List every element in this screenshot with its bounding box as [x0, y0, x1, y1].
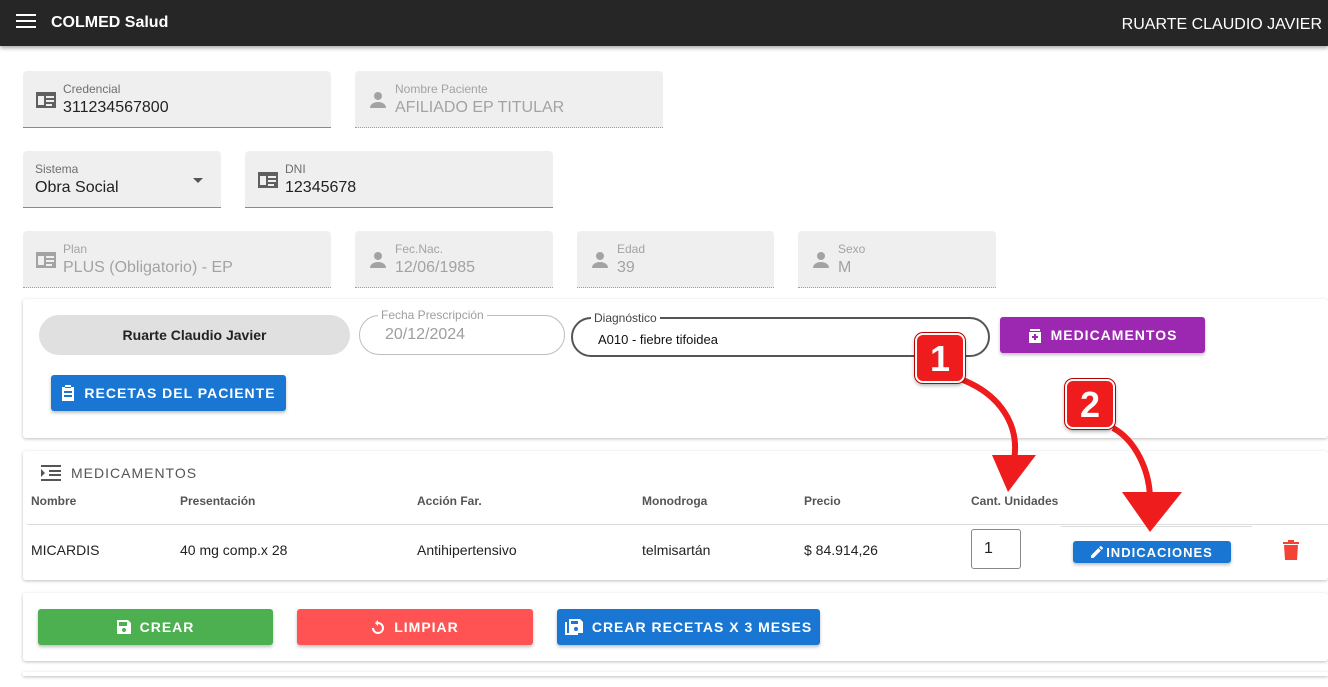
cell-nombre: MICARDIS	[31, 542, 100, 558]
app-bar: COLMED Salud RUARTE CLAUDIO JAVIER	[0, 0, 1328, 46]
dni-field[interactable]: DNI 12345678	[245, 151, 553, 208]
multi-save-icon	[564, 619, 583, 635]
save-icon	[116, 620, 131, 634]
dropdown-arrow-icon[interactable]	[193, 178, 203, 183]
list-indent-icon	[41, 465, 61, 481]
indicaciones-button[interactable]: INDICACIONES	[1073, 541, 1231, 563]
sexo-field: Sexo M	[798, 231, 996, 288]
nombre-paciente-field: Nombre Paciente AFILIADO EP TITULAR	[355, 71, 663, 128]
sistema-select[interactable]: Sistema Obra Social	[23, 151, 221, 208]
cell-divider	[1061, 526, 1252, 527]
menu-icon[interactable]	[16, 14, 36, 30]
crear-button[interactable]: CREAR	[38, 609, 273, 645]
table-divider	[27, 524, 1328, 525]
medical-bag-icon	[1028, 329, 1041, 343]
reset-icon	[372, 620, 385, 634]
plan-field: Plan PLUS (Obligatorio) - EP	[23, 231, 331, 288]
cell-monodroga: telmisartán	[642, 542, 711, 558]
cell-precio: $ 84.914,26	[804, 542, 878, 558]
col-monodroga[interactable]: Monodroga	[642, 494, 707, 508]
app-title: COLMED Salud	[51, 14, 169, 31]
fecnac-field: Fec.Nac. 12/06/1985	[355, 231, 553, 288]
cell-presentacion: 40 mg comp.x 28	[180, 542, 288, 558]
card-edge	[23, 672, 1328, 676]
col-precio[interactable]: Precio	[804, 494, 841, 508]
person-icon	[591, 251, 613, 269]
id-card-icon	[35, 91, 57, 109]
person-icon	[369, 91, 391, 109]
col-cantidad[interactable]: Cant. Unidades	[971, 494, 1058, 508]
annotation-badge-1: 1	[915, 333, 965, 383]
user-name[interactable]: RUARTE CLAUDIO JAVIER	[1122, 16, 1322, 34]
id-card-icon	[35, 251, 57, 269]
edad-field: Edad 39	[577, 231, 774, 288]
limpiar-button[interactable]: LIMPIAR	[297, 609, 533, 645]
cell-accion: Antihipertensivo	[417, 542, 517, 558]
doctor-chip: Ruarte Claudio Javier	[39, 315, 350, 355]
id-card-icon	[257, 171, 279, 189]
fecha-prescripcion-field[interactable]: Fecha Prescripción 20/12/2024	[359, 308, 565, 355]
medicamentos-button[interactable]: MEDICAMENTOS	[1000, 317, 1205, 353]
person-icon	[812, 251, 834, 269]
crear-recetas-3-meses-button[interactable]: CREAR RECETAS X 3 MESES	[557, 609, 820, 645]
medicamentos-section-title: MEDICAMENTOS	[71, 465, 198, 481]
col-nombre[interactable]: Nombre	[31, 494, 76, 508]
trash-icon[interactable]	[1282, 540, 1300, 560]
pencil-icon	[1091, 546, 1104, 558]
clipboard-icon	[62, 385, 75, 401]
col-presentacion[interactable]: Presentación	[180, 494, 255, 508]
cantidad-input[interactable]: 1	[971, 529, 1021, 569]
recetas-paciente-button[interactable]: RECETAS DEL PACIENTE	[51, 375, 286, 411]
annotation-badge-2: 2	[1065, 379, 1115, 429]
person-icon	[369, 251, 391, 269]
col-accion[interactable]: Acción Far.	[417, 494, 482, 508]
credencial-field[interactable]: Credencial 311234567800	[23, 71, 331, 128]
